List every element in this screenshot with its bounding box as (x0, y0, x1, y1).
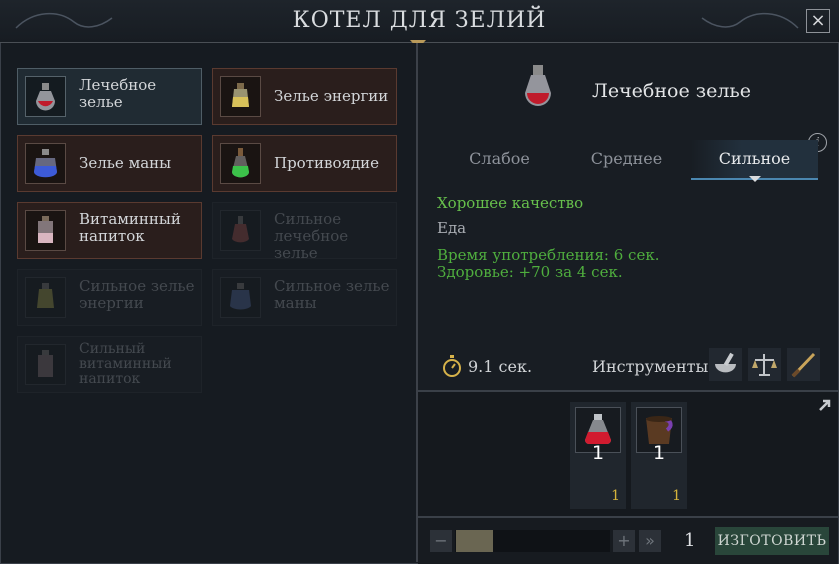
recipe-detail: Лечебное зелье i Слабое Среднее Сильное … (418, 43, 838, 564)
recipe-label: Противоядие (274, 154, 380, 172)
energy-potion-icon (220, 76, 261, 117)
recipe-label: Сильное зелье маны (274, 277, 390, 312)
mana-potion-icon (25, 143, 66, 184)
scales-icon[interactable] (748, 348, 781, 381)
craft-time: 9.1 сек. (468, 357, 533, 376)
recipe-energy-potion[interactable]: Зелье энергии (212, 68, 397, 125)
antidote-icon (220, 143, 261, 184)
required-count: 1 (591, 442, 605, 464)
knife-icon[interactable] (787, 348, 820, 381)
active-tab-marker (749, 176, 761, 182)
healing-potion-icon (525, 65, 551, 106)
recipe-vitamin-drink[interactable]: Витаминный напиток (17, 202, 202, 259)
stopwatch-icon (443, 355, 461, 377)
recipe-strong-mana-potion[interactable]: Сильное зелье маны (212, 269, 397, 326)
decrease-button[interactable]: − (430, 530, 452, 552)
tab-weak[interactable]: Слабое (436, 140, 563, 178)
tab-strong[interactable]: Сильное (691, 140, 818, 180)
strong-mana-potion-icon (220, 277, 261, 318)
ingredient-slot[interactable]: 1 1 (631, 402, 687, 509)
quantity-slider-handle[interactable] (456, 530, 493, 552)
owned-count: 1 (611, 488, 620, 504)
quantity-value: 1 (684, 530, 696, 551)
recipe-label: Витаминный напиток (79, 210, 181, 245)
stat-health: Здоровье: +70 за 4 сек. (437, 263, 623, 281)
close-button[interactable]: × (806, 9, 830, 33)
increase-button[interactable]: + (613, 530, 635, 552)
quality-text: Хорошее качество (437, 194, 584, 212)
recipe-label: Сильное зелье энергии (79, 277, 195, 312)
craft-bar: − + » 1 ИЗГОТОВИТЬ (418, 516, 838, 564)
window-title: КОТЕЛ ДЛЯ ЗЕЛИЙ (292, 8, 547, 33)
recipe-label: Зелье энергии (274, 87, 389, 105)
tab-medium[interactable]: Среднее (563, 140, 690, 178)
vitamin-drink-icon (25, 210, 66, 251)
recipe-strong-healing-potion[interactable]: Сильное лечебное зелье (212, 202, 397, 262)
ingredient-slot[interactable]: 1 1 (570, 402, 626, 509)
recipe-healing-potion[interactable]: Лечебное зелье (17, 68, 202, 125)
craft-button[interactable]: ИЗГОТОВИТЬ (715, 527, 829, 555)
recipe-list: Лечебное зелье Зелье энергии Зелье маны П… (1, 43, 416, 562)
recipe-mana-potion[interactable]: Зелье маны (17, 135, 202, 192)
category-text: Еда (437, 219, 467, 237)
expand-arrow-icon[interactable] (818, 398, 832, 412)
strong-healing-potion-icon (220, 210, 261, 251)
recipe-antidote[interactable]: Противоядие (212, 135, 397, 192)
recipe-label: Лечебное зелье (79, 76, 157, 111)
tools-label: Инструменты: (592, 357, 714, 376)
recipe-label: Сильное лечебное зелье (274, 210, 349, 262)
owned-count: 1 (672, 488, 681, 504)
strong-vitamin-drink-icon (25, 344, 66, 385)
recipe-strong-energy-potion[interactable]: Сильное зелье энергии (17, 269, 202, 326)
ingredients-area: 1 1 1 1 (418, 390, 838, 518)
recipe-strong-vitamin-drink[interactable]: Сильный витаминный напиток (17, 336, 202, 393)
mortar-pestle-icon[interactable] (709, 348, 742, 381)
title-bar: КОТЕЛ ДЛЯ ЗЕЛИЙ × (0, 0, 839, 43)
recipe-label: Сильный витаминный напиток (79, 341, 172, 387)
strong-energy-potion-icon (25, 277, 66, 318)
recipe-label: Зелье маны (79, 154, 172, 172)
stat-use-time: Время употребления: 6 сек. (437, 246, 660, 264)
healing-potion-icon (25, 76, 66, 117)
quality-tabs: Слабое Среднее Сильное (436, 140, 818, 180)
max-button[interactable]: » (639, 530, 661, 552)
close-icon[interactable]: × (810, 10, 825, 31)
required-count: 1 (652, 442, 666, 464)
detail-title: Лечебное зелье (592, 80, 751, 102)
